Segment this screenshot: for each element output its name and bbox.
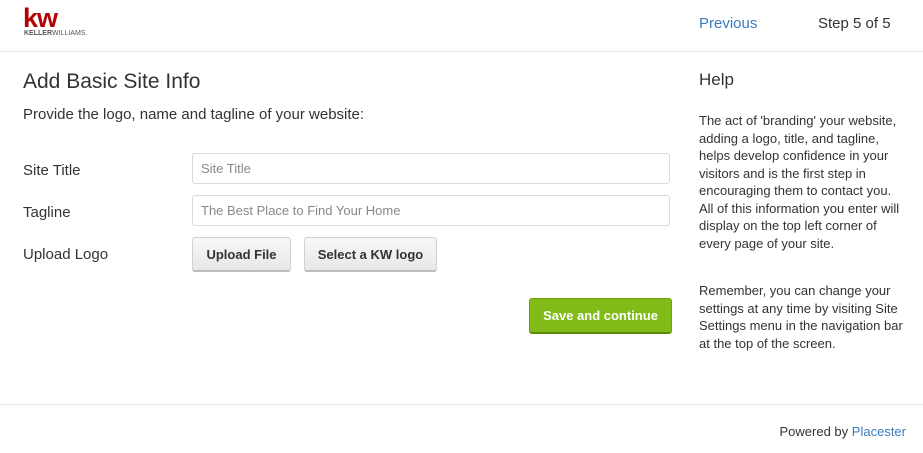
upload-logo-label: Upload Logo [23,246,109,263]
logo-mark: kw [23,3,58,33]
logo-wordmark-rest: WILLIAMS. [52,30,88,37]
save-and-continue-button[interactable]: Save and continue [529,298,672,334]
powered-by-label: Powered by [779,424,849,439]
page-title: Add Basic Site Info [23,70,201,93]
tagline-input[interactable] [192,195,670,226]
placester-link[interactable]: Placester [852,424,906,439]
top-bar: kw KELLERWILLIAMS. Previous Step 5 of 5 [0,0,923,52]
help-paragraph-settings: Remember, you can change your settings a… [699,283,903,351]
site-title-label: Site Title [23,162,81,179]
upload-file-button[interactable]: Upload File [192,237,291,272]
help-title: Help [699,70,734,89]
page-description: Provide the logo, name and tagline of yo… [23,106,365,123]
help-paragraph-branding: The act of 'branding' your website, addi… [699,113,900,251]
logo-wordmark-bold: KELLER [24,30,52,37]
site-title-input[interactable] [192,153,670,184]
powered-by-text: Powered by Placester [780,424,906,440]
previous-link[interactable]: Previous [699,15,757,33]
footer: Powered by Placester [0,404,923,453]
select-kw-logo-button[interactable]: Select a KW logo [304,237,437,272]
keller-williams-logo[interactable]: kw KELLERWILLIAMS. [23,3,103,42]
step-indicator: Step 5 of 5 [818,15,891,32]
logo-wordmark: KELLERWILLIAMS. [24,30,87,38]
tagline-label: Tagline [23,204,71,221]
